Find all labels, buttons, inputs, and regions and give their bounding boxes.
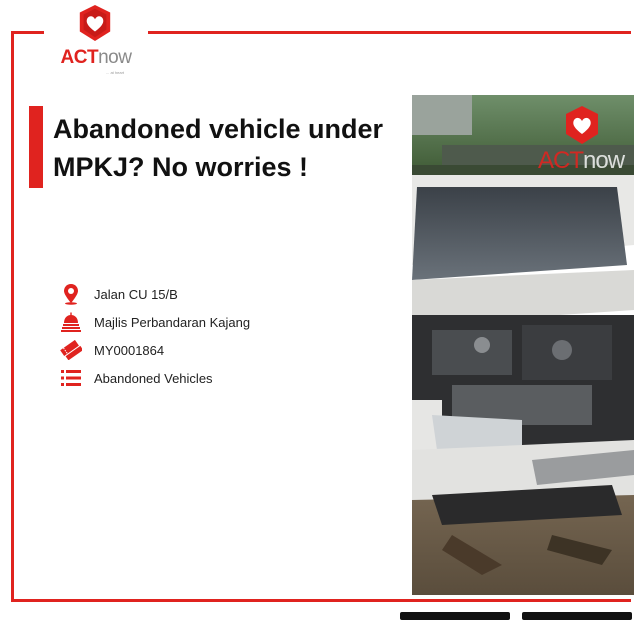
title-accent-bar [29,106,43,188]
detail-location: Jalan CU 15/B [60,280,250,308]
category-text: Abandoned Vehicles [94,370,213,386]
report-details: Jalan CU 15/B Majlis Perbandaran Kajang [60,280,250,392]
logo-tagline: ... at heart [106,70,125,75]
logo-wordmark: ACTnow [44,48,148,68]
government-building-icon [60,311,82,333]
watermark-now: now [583,147,625,174]
watermark-act: ACT [538,147,584,174]
logo-act: ACT [60,47,99,68]
ticket-icon [60,339,82,361]
title-line-2: MPKJ? No worries ! [53,152,309,182]
ticket-id-text: MY0001864 [94,342,165,358]
list-icon [60,367,82,389]
detail-agency: Majlis Perbandaran Kajang [60,308,250,336]
play-store-badge[interactable] [522,612,632,620]
photo-watermark: ACTnow [538,147,625,175]
map-pin-icon [60,283,82,305]
watermark-heart-hand-icon [566,106,598,144]
actnow-logo: ACTnow ... at heart [44,0,148,80]
vehicle-photo: ACTnow [412,95,634,595]
page-title: Abandoned vehicle under MPKJ? No worries… [53,110,413,186]
agency-text: Majlis Perbandaran Kajang [94,314,251,330]
logo-now: now [98,47,132,68]
title-line-1: Abandoned vehicle under [53,114,384,144]
detail-category: Abandoned Vehicles [60,364,250,392]
detail-ticket: MY0001864 [60,336,250,364]
heart-hand-icon [79,4,111,42]
location-text: Jalan CU 15/B [94,286,178,302]
app-store-badge[interactable] [400,612,510,620]
